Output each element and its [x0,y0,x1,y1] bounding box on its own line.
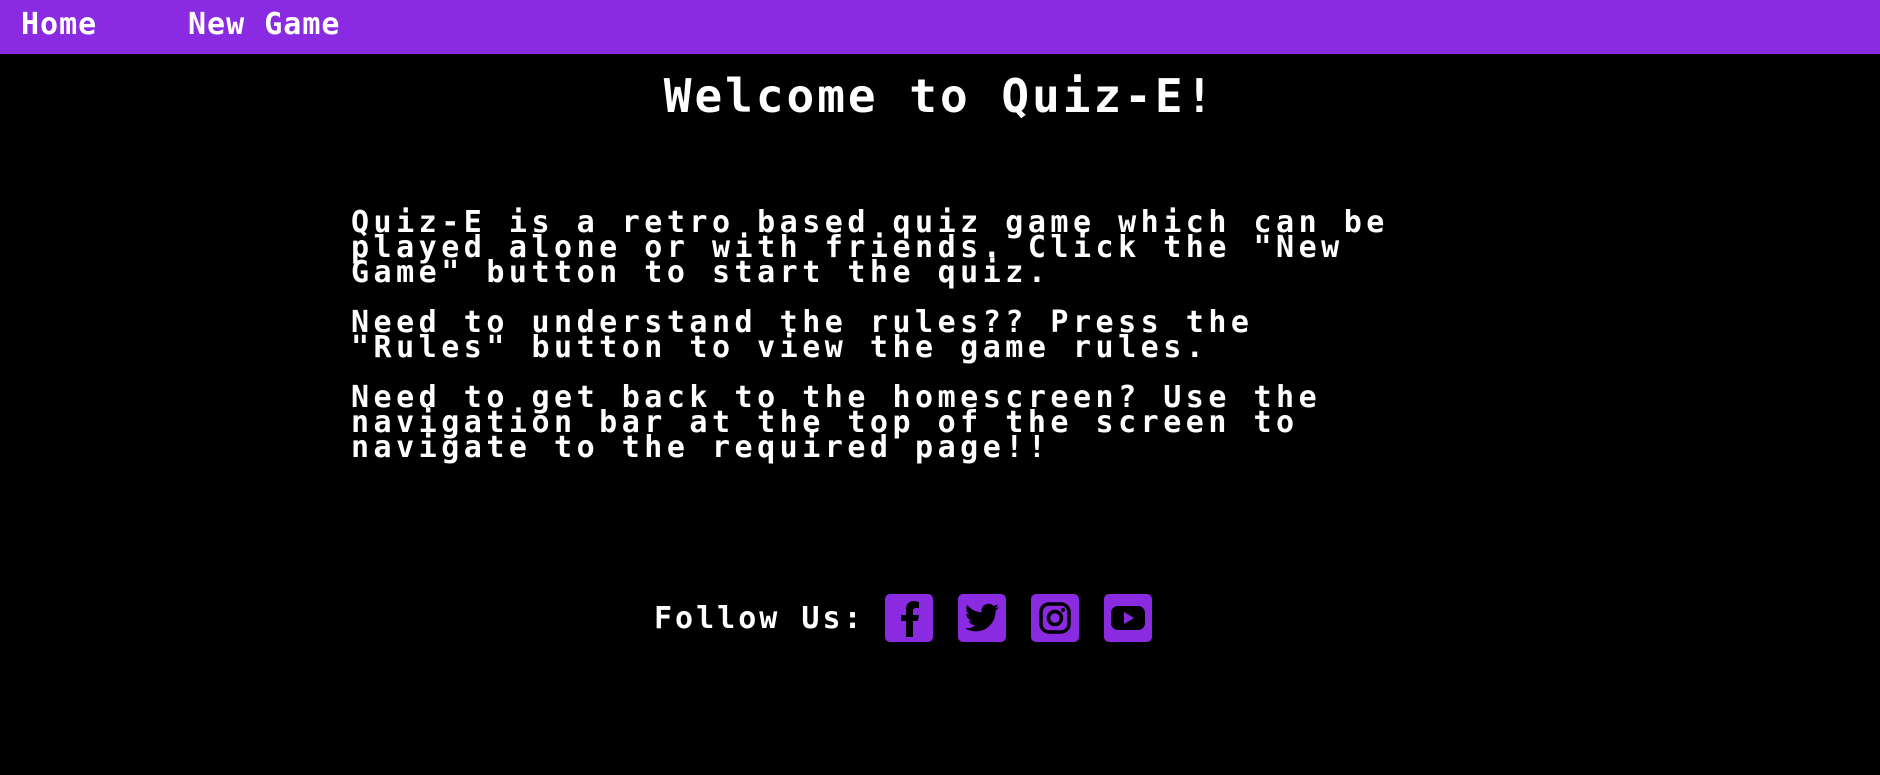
follow-us-label: Follow Us: [654,600,865,636]
navigation-paragraph: Need to get back to the homescreen? Use … [351,383,1531,465]
facebook-icon [900,601,919,637]
text-line: Game" button to start the quiz. [351,255,1051,290]
instagram-icon [1038,602,1071,634]
text-line: navigate to the required page!! [351,430,1051,465]
nav-home-link[interactable]: Home [21,8,97,42]
youtube-icon [1110,606,1145,630]
nav-new-game-link[interactable]: New Game [188,8,341,42]
twitter-icon [964,603,999,632]
social-links: Follow Us: [654,593,1177,643]
page-title: Welcome to Quiz-E! [663,69,1217,123]
twitter-link[interactable] [957,594,1006,642]
navigation-bar: Home New Game [0,0,1880,54]
rules-paragraph: Need to understand the rules?? Press the… [351,308,1531,365]
text-line: "Rules" button to view the game rules. [351,330,1209,365]
intro-text: Quiz-E is a retro based quiz game which … [351,208,1531,485]
facebook-link[interactable] [884,594,933,642]
youtube-link[interactable] [1103,594,1152,642]
instagram-link[interactable] [1030,594,1079,642]
intro-paragraph: Quiz-E is a retro based quiz game which … [351,208,1531,290]
